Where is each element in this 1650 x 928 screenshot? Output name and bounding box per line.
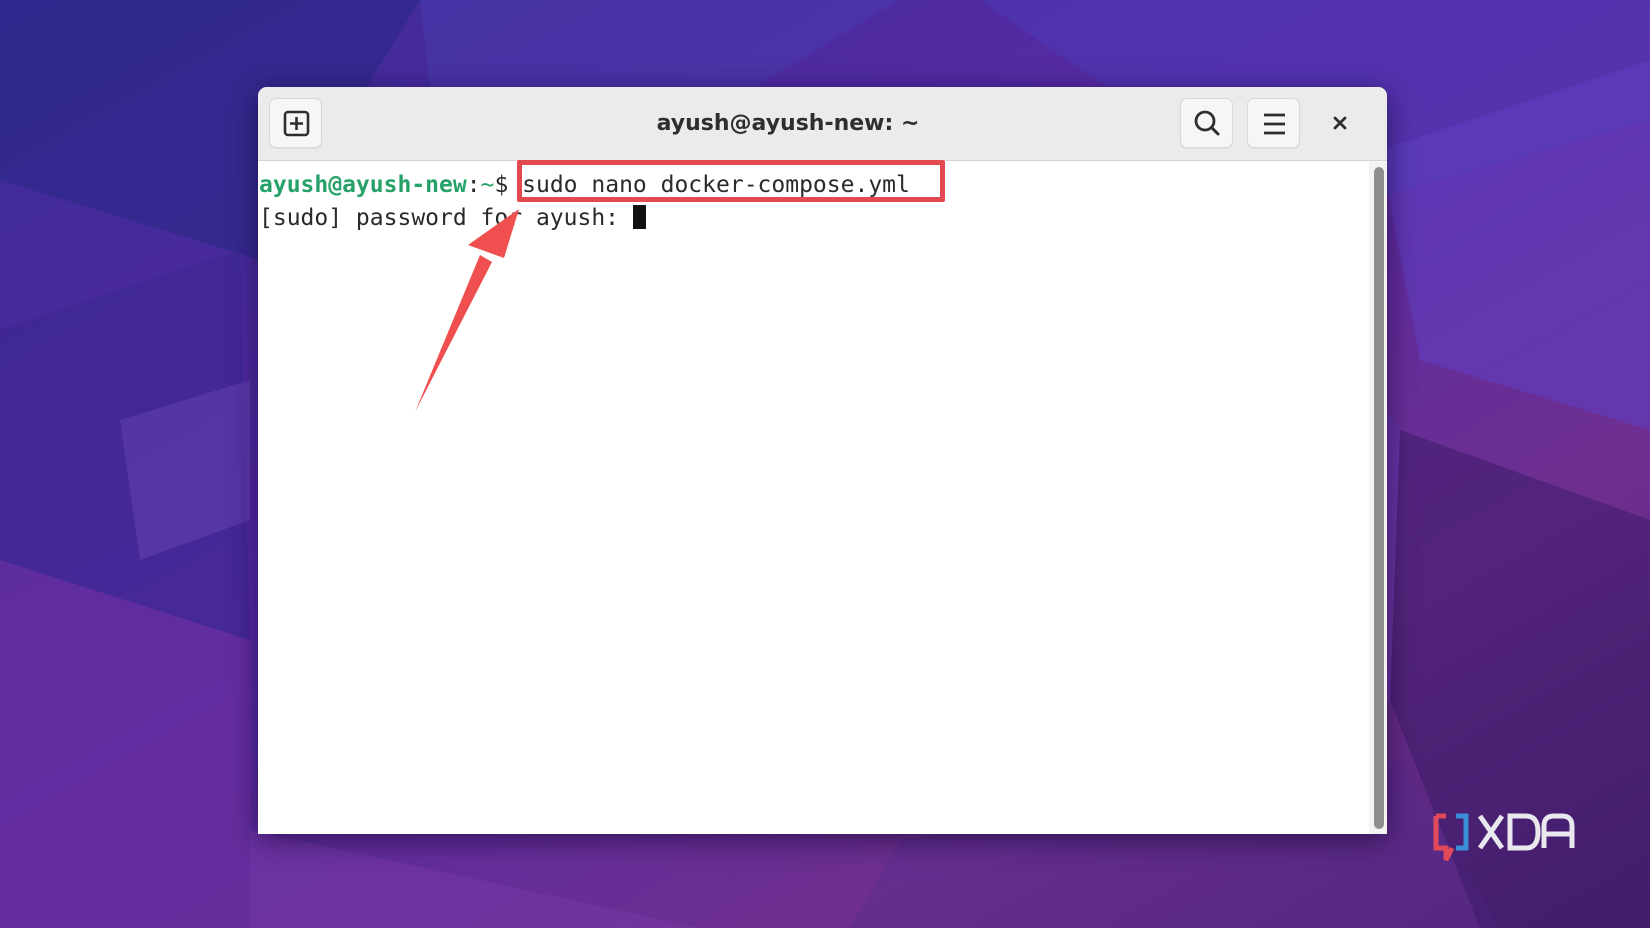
new-tab-icon [283, 110, 310, 137]
prompt-separator: : [466, 172, 481, 198]
scrollbar-thumb[interactable] [1374, 167, 1384, 829]
search-button[interactable] [1180, 98, 1233, 148]
prompt-path: ~ [480, 172, 495, 198]
terminal-headerbar: ayush@ayush-new: ~ [258, 87, 1387, 161]
command-highlight-box [517, 160, 945, 202]
prompt-user-host: ayush@ayush-new [259, 172, 467, 198]
search-icon [1194, 110, 1220, 136]
vertical-scrollbar[interactable] [1369, 161, 1387, 834]
annotation-arrow [415, 209, 519, 412]
hamburger-menu-icon [1264, 113, 1285, 135]
main-menu-button[interactable] [1247, 98, 1300, 148]
prompt-symbol: $ [494, 172, 509, 198]
close-icon [1333, 116, 1347, 130]
text-cursor [632, 205, 646, 229]
desktop: ayush@ayush-new: ~ ayush@ayush-new:~$ su… [0, 0, 1650, 928]
close-button[interactable] [1315, 98, 1365, 148]
xda-watermark-logo [1433, 813, 1575, 862]
new-tab-button[interactable] [269, 98, 322, 148]
window-title: ayush@ayush-new: ~ [656, 111, 920, 136]
